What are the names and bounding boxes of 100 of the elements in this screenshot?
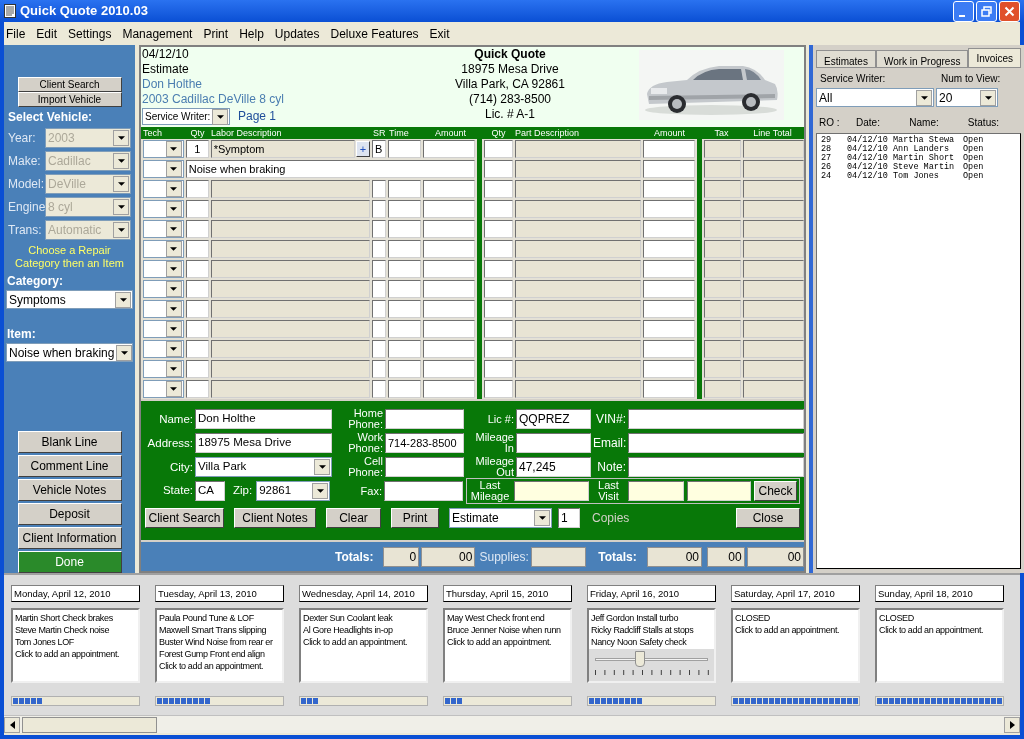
amount-field[interactable]	[422, 220, 476, 238]
tax-field[interactable]	[704, 220, 742, 238]
tax-field[interactable]	[704, 200, 742, 218]
button[interactable]: Print	[391, 508, 439, 528]
appointment-entry[interactable]: Click to add an appointment.	[447, 636, 568, 648]
qty-field[interactable]	[484, 320, 514, 338]
description-field[interactable]	[515, 140, 641, 158]
copies-field[interactable]: 1	[558, 508, 580, 528]
button[interactable]: Comment Line	[17, 455, 122, 477]
comment-field[interactable]: Noise when braking	[185, 160, 476, 178]
description-field[interactable]	[210, 240, 370, 258]
qty-field[interactable]	[185, 180, 209, 198]
description-field[interactable]	[515, 320, 641, 338]
dropdown[interactable]: 92861	[256, 481, 331, 501]
menu-item[interactable]: Edit	[36, 24, 58, 43]
description-field[interactable]	[210, 280, 370, 298]
menu-item[interactable]: Updates	[274, 24, 320, 43]
amount-field[interactable]	[642, 280, 696, 298]
description-field[interactable]	[515, 240, 641, 258]
total-field[interactable]	[743, 220, 804, 238]
amount-field[interactable]	[422, 180, 476, 198]
amount-field[interactable]	[642, 220, 696, 238]
description-field[interactable]	[515, 360, 641, 378]
text-field[interactable]	[385, 457, 464, 477]
text-field[interactable]	[514, 481, 589, 501]
appointment-list[interactable]: Dexter Sun Coolant leak Al Gore Headlights in-op Click to add an appointment.	[299, 608, 428, 683]
menu-item[interactable]: Help	[239, 24, 264, 43]
tax-field[interactable]	[704, 380, 742, 398]
scrollbar-thumb[interactable]	[22, 716, 157, 733]
appointment-entry[interactable]: Jeff Gordon Install turbo	[591, 612, 712, 624]
sr-field[interactable]	[371, 300, 386, 318]
dropdown[interactable]	[143, 300, 184, 318]
dropdown[interactable]: Symptoms	[6, 290, 133, 309]
amount-field[interactable]	[642, 160, 696, 178]
text-field[interactable]: QQPREZ	[516, 409, 591, 429]
description-field[interactable]	[515, 200, 641, 218]
description-field[interactable]	[210, 340, 370, 358]
restore-button[interactable]	[976, 0, 997, 22]
menu-item[interactable]: Deluxe Features	[330, 24, 419, 43]
appointment-entry[interactable]: Click to add an appointment.	[879, 624, 1000, 636]
appointment-entry[interactable]: Buster Wind Noise from rear er	[159, 636, 280, 648]
sr-field[interactable]	[371, 180, 386, 198]
time-field[interactable]	[387, 340, 421, 358]
qty-field[interactable]	[484, 180, 514, 198]
text-field[interactable]: 714-283-8500	[385, 433, 464, 453]
dropdown[interactable]: 20	[936, 88, 998, 107]
qty-field[interactable]	[185, 280, 209, 298]
appointment-entry[interactable]: Al Gore Headlights in-op	[303, 624, 424, 636]
text-field[interactable]	[628, 457, 804, 477]
tab[interactable]: Work in Progress	[875, 50, 969, 67]
time-field[interactable]	[387, 180, 421, 198]
tax-field[interactable]	[704, 240, 742, 258]
qty-field[interactable]	[484, 280, 514, 298]
qty-field[interactable]	[484, 160, 514, 178]
amount-field[interactable]	[422, 300, 476, 318]
appointment-list[interactable]: CLOSED Click to add an appointment.	[731, 608, 860, 683]
dropdown[interactable]	[143, 380, 184, 398]
amount-field[interactable]	[422, 360, 476, 378]
text-field[interactable]	[384, 481, 463, 501]
dropdown[interactable]	[143, 240, 184, 258]
time-field[interactable]	[387, 220, 421, 238]
appointment-entry[interactable]: Steve Martin Check noise	[15, 624, 136, 636]
sr-field[interactable]	[371, 200, 386, 218]
sr-field[interactable]	[371, 320, 386, 338]
text-field[interactable]: 47,245	[516, 457, 591, 477]
total-field[interactable]	[743, 180, 804, 198]
tax-field[interactable]	[704, 260, 742, 278]
appointment-list[interactable]: May West Check front end Bruce Jenner Noise when runn Click to add an appointment.	[443, 608, 572, 683]
qty-field[interactable]	[484, 200, 514, 218]
date-field[interactable]	[628, 481, 684, 501]
appointment-entry[interactable]: CLOSED	[879, 612, 1000, 624]
close-button[interactable]	[999, 0, 1020, 22]
qty-field[interactable]	[185, 320, 209, 338]
qty-field[interactable]: 1	[185, 140, 209, 158]
amount-field[interactable]	[422, 380, 476, 398]
qty-field[interactable]	[185, 360, 209, 378]
amount-field[interactable]	[642, 320, 696, 338]
total-field[interactable]	[743, 240, 804, 258]
appointment-entry[interactable]: Click to add an appointment.	[303, 636, 424, 648]
menu-item[interactable]: Settings	[68, 24, 112, 43]
total-field[interactable]	[743, 300, 804, 318]
appointment-entry[interactable]: Ricky Radcliff Stalls at stops	[591, 624, 712, 636]
button[interactable]: Client Search	[17, 77, 122, 92]
time-field[interactable]	[387, 140, 421, 158]
tax-field[interactable]	[704, 280, 742, 298]
total-field[interactable]	[743, 200, 804, 218]
tab[interactable]: Estimates	[816, 50, 876, 67]
sr-field[interactable]: B	[371, 140, 386, 158]
amount-field[interactable]	[422, 240, 476, 258]
button[interactable]: Clear	[326, 508, 381, 528]
tax-field[interactable]	[704, 160, 742, 178]
close-form-button[interactable]: Close	[736, 508, 800, 528]
description-field[interactable]	[515, 220, 641, 238]
tax-field[interactable]	[704, 320, 742, 338]
sr-field[interactable]	[371, 280, 386, 298]
description-field[interactable]	[210, 320, 370, 338]
button[interactable]: Done	[17, 551, 122, 573]
total-field[interactable]	[743, 160, 804, 178]
qty-field[interactable]	[185, 340, 209, 358]
dropdown[interactable]	[143, 220, 184, 238]
